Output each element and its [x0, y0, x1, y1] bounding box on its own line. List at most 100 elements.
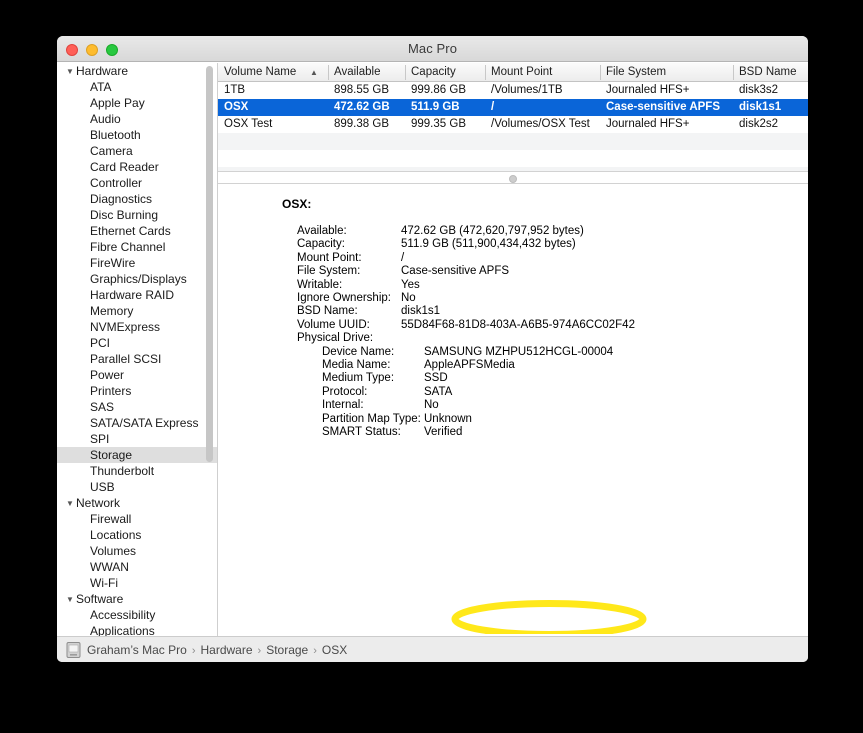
sidebar-item-network[interactable]: ▼ Network — [57, 495, 218, 511]
sidebar-item-label: Audio — [90, 112, 121, 126]
breadcrumb-separator: › — [313, 645, 317, 657]
detail-label: BSD Name: — [297, 305, 358, 318]
sidebar-item-memory[interactable]: Memory — [57, 303, 218, 319]
sidebar-item-diagnostics[interactable]: Diagnostics — [57, 191, 218, 207]
volume-table-body[interactable]: 1TB 898.55 GB 999.86 GB/Volumes/1TB Journal… — [218, 82, 808, 171]
disclosure-triangle-icon[interactable]: ▼ — [66, 496, 76, 512]
sidebar-item-accessibility[interactable]: Accessibility — [57, 607, 218, 623]
sidebar-item-nvmexpress[interactable]: NVMExpress — [57, 319, 218, 335]
sidebar-item-label: Memory — [90, 304, 134, 318]
detail-value: Case-sensitive APFS — [401, 265, 510, 278]
column-divider[interactable] — [733, 65, 734, 80]
sidebar-item-graphics-displays[interactable]: Graphics/Displays — [57, 271, 218, 287]
detail-label: Available: — [297, 225, 347, 237]
disclosure-triangle-icon[interactable]: ▼ — [66, 64, 76, 80]
sidebar-item-wwan[interactable]: WWAN — [57, 559, 218, 575]
sidebar-item-ethernet-cards[interactable]: Ethernet Cards — [57, 223, 218, 239]
sidebar-item-hardware-raid[interactable]: Hardware RAID — [57, 287, 218, 303]
breadcrumb-separator: › — [191, 645, 196, 657]
statusbar: Graham’s Mac Pro › Hardware › Storage › OSX — [57, 636, 808, 662]
sidebar-item-label: SPI — [90, 432, 110, 446]
sidebar-scrollbar[interactable] — [206, 66, 213, 462]
sidebar-item-firewall[interactable]: Firewall — [57, 511, 218, 527]
sidebar-item-apple-pay[interactable]: Apple Pay — [57, 95, 218, 111]
sidebar-item-fibre-channel[interactable]: Fibre Channel — [57, 239, 218, 255]
table-row-empty[interactable] — [218, 133, 808, 150]
detail-label: Physical Drive: — [297, 332, 374, 345]
sidebar-item-spi[interactable]: SPI — [57, 431, 218, 447]
sidebar-item-volumes[interactable]: Volumes — [57, 543, 218, 559]
sidebar-item-locations[interactable]: Locations — [57, 527, 218, 543]
detail-title: OSX: — [282, 197, 312, 211]
breadcrumb-item[interactable]: OSX — [322, 643, 347, 657]
sidebar-item-label: Hardware — [76, 64, 129, 78]
detail-value: SSD — [424, 372, 448, 385]
detail-value: SAMSUNG MZHPU512HCGL-00004 — [424, 345, 614, 358]
sidebar-item-label: Card Reader — [90, 160, 159, 174]
sidebar-item-controller[interactable]: Controller — [57, 175, 218, 191]
column-header-available[interactable]: Available — [328, 63, 405, 82]
detail-value: AppleAPFSMedia — [424, 359, 515, 371]
sidebar-item-sas[interactable]: SAS — [57, 399, 218, 415]
column-header-file-system[interactable]: File System — [600, 63, 733, 82]
column-divider[interactable] — [328, 65, 329, 80]
detail-value: 472.62 GB (472,620,797,952 bytes) — [401, 225, 584, 237]
sidebar-item-label: USB — [90, 480, 115, 494]
sidebar-item-disc-burning[interactable]: Disc Burning — [57, 207, 218, 223]
sidebar-item-camera[interactable]: Camera — [57, 143, 218, 159]
sidebar-item-audio[interactable]: Audio — [57, 111, 218, 127]
sidebar-item-label: Graphics/Displays — [90, 272, 187, 286]
sidebar-item-label: PCI — [90, 336, 111, 350]
sidebar-item-hardware[interactable]: ▼ Hardware — [57, 63, 218, 79]
sidebar-item-label: Parallel SCSI — [90, 352, 162, 366]
cell-file-system: Journaled HFS+ — [606, 84, 690, 96]
table-row[interactable]: OSX Test 899.38 GB 999.35 GB/Volumes/OSX T… — [218, 116, 808, 133]
sidebar-item-pci[interactable]: PCI — [57, 335, 218, 351]
cell-capacity: 511.9 GB — [411, 101, 460, 113]
column-divider[interactable] — [600, 65, 601, 80]
column-header-bsd-name[interactable]: BSD Name — [733, 63, 808, 82]
sidebar-item-label: Printers — [90, 384, 132, 398]
column-header-mount-point[interactable]: Mount Point — [485, 63, 600, 82]
sidebar-item-parallel-scsi[interactable]: Parallel SCSI — [57, 351, 218, 367]
column-divider[interactable] — [405, 65, 406, 80]
sidebar-item-applications[interactable]: Applications — [57, 623, 218, 636]
sidebar-item-label: Controller — [90, 176, 143, 190]
table-row-empty[interactable] — [218, 150, 808, 167]
sidebar-item-card-reader[interactable]: Card Reader — [57, 159, 218, 175]
sidebar-item-label: FireWire — [90, 256, 136, 270]
sidebar-item-thunderbolt[interactable]: Thunderbolt — [57, 463, 218, 479]
breadcrumb-item[interactable]: Hardware — [200, 643, 252, 657]
sidebar-item-software[interactable]: ▼ Software — [57, 591, 218, 607]
sidebar-item-firewire[interactable]: FireWire — [57, 255, 218, 271]
sidebar-item-ata[interactable]: ATA — [57, 79, 218, 95]
sidebar-item-usb[interactable]: USB — [57, 479, 218, 495]
table-row[interactable]: OSX 472.62 GB 511.9 GB / Case-sensitive APFS… — [218, 99, 808, 116]
sidebar-item-bluetooth[interactable]: Bluetooth — [57, 127, 218, 143]
detail-label: Ignore Ownership: — [297, 292, 391, 304]
sidebar-item-label: Storage — [90, 448, 133, 462]
column-header-capacity[interactable]: Capacity — [405, 63, 485, 82]
breadcrumb-item[interactable]: Graham’s Mac Pro — [87, 643, 187, 657]
cell-file-system: Journaled HFS+ — [606, 118, 690, 130]
sidebar-item-label: Accessibility — [90, 608, 156, 622]
sidebar[interactable]: ▼ Hardware ATA Apple Pay Audio Bluetooth Camer… — [57, 63, 218, 636]
sidebar-item-sata-sata-express[interactable]: SATA/SATA Express — [57, 415, 218, 431]
detail-label: Internal: — [322, 399, 364, 412]
table-row[interactable]: 1TB 898.55 GB 999.86 GB/Volumes/1TB Journal… — [218, 82, 808, 99]
sidebar-item-label: SATA/SATA Express — [90, 416, 199, 430]
disclosure-triangle-icon[interactable]: ▼ — [66, 592, 76, 608]
sidebar-item-power[interactable]: Power — [57, 367, 218, 383]
window-body: ▼ Hardware ATA Apple Pay Audio Bluetooth Camer… — [57, 63, 808, 636]
mac-pro-computer-icon — [66, 642, 81, 658]
splitter-handle[interactable] — [509, 175, 517, 183]
cell-bsd-name: disk3s2 — [739, 84, 778, 96]
sidebar-item-printers[interactable]: Printers — [57, 383, 218, 399]
sidebar-item-label: Firewall — [90, 512, 132, 526]
column-divider[interactable] — [485, 65, 486, 80]
pane-splitter[interactable] — [218, 171, 808, 184]
sidebar-item-storage[interactable]: Storage — [57, 447, 218, 463]
detail-label: Medium Type: — [322, 372, 395, 385]
breadcrumb-item[interactable]: Storage — [266, 643, 308, 657]
sidebar-item-wi-fi[interactable]: Wi-Fi — [57, 575, 218, 591]
